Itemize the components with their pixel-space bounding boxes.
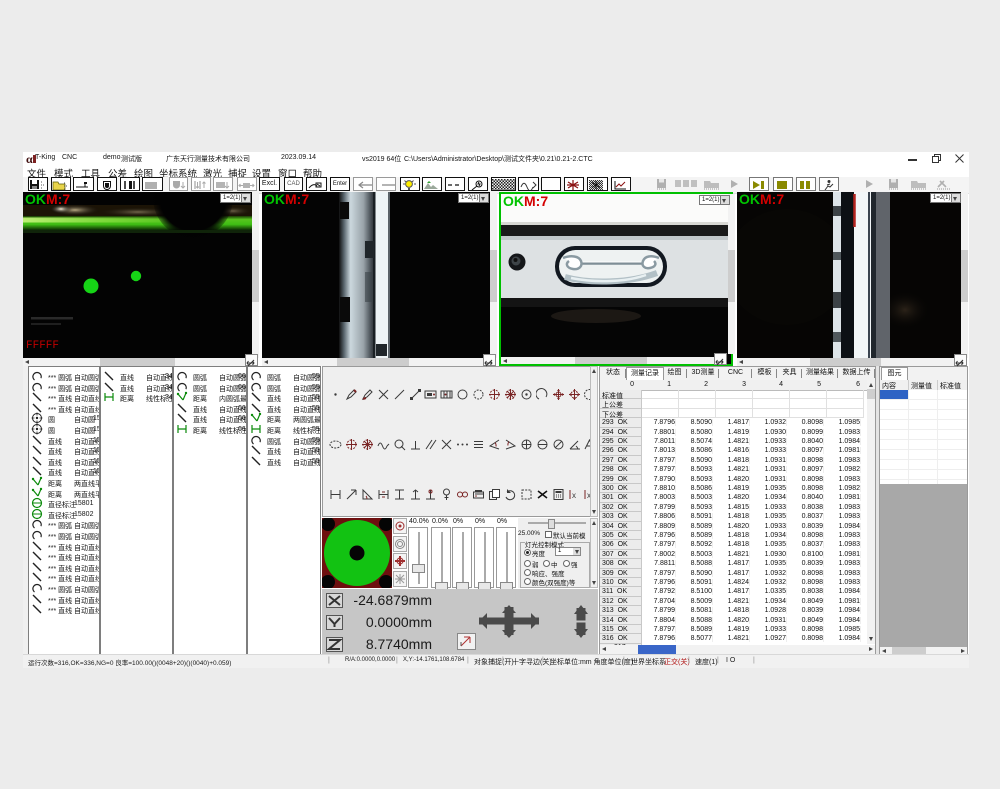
svg-text:α: α: [26, 153, 33, 165]
svg-text:x: x: [572, 491, 576, 500]
svg-text:FFFFF: FFFFF: [26, 340, 59, 352]
